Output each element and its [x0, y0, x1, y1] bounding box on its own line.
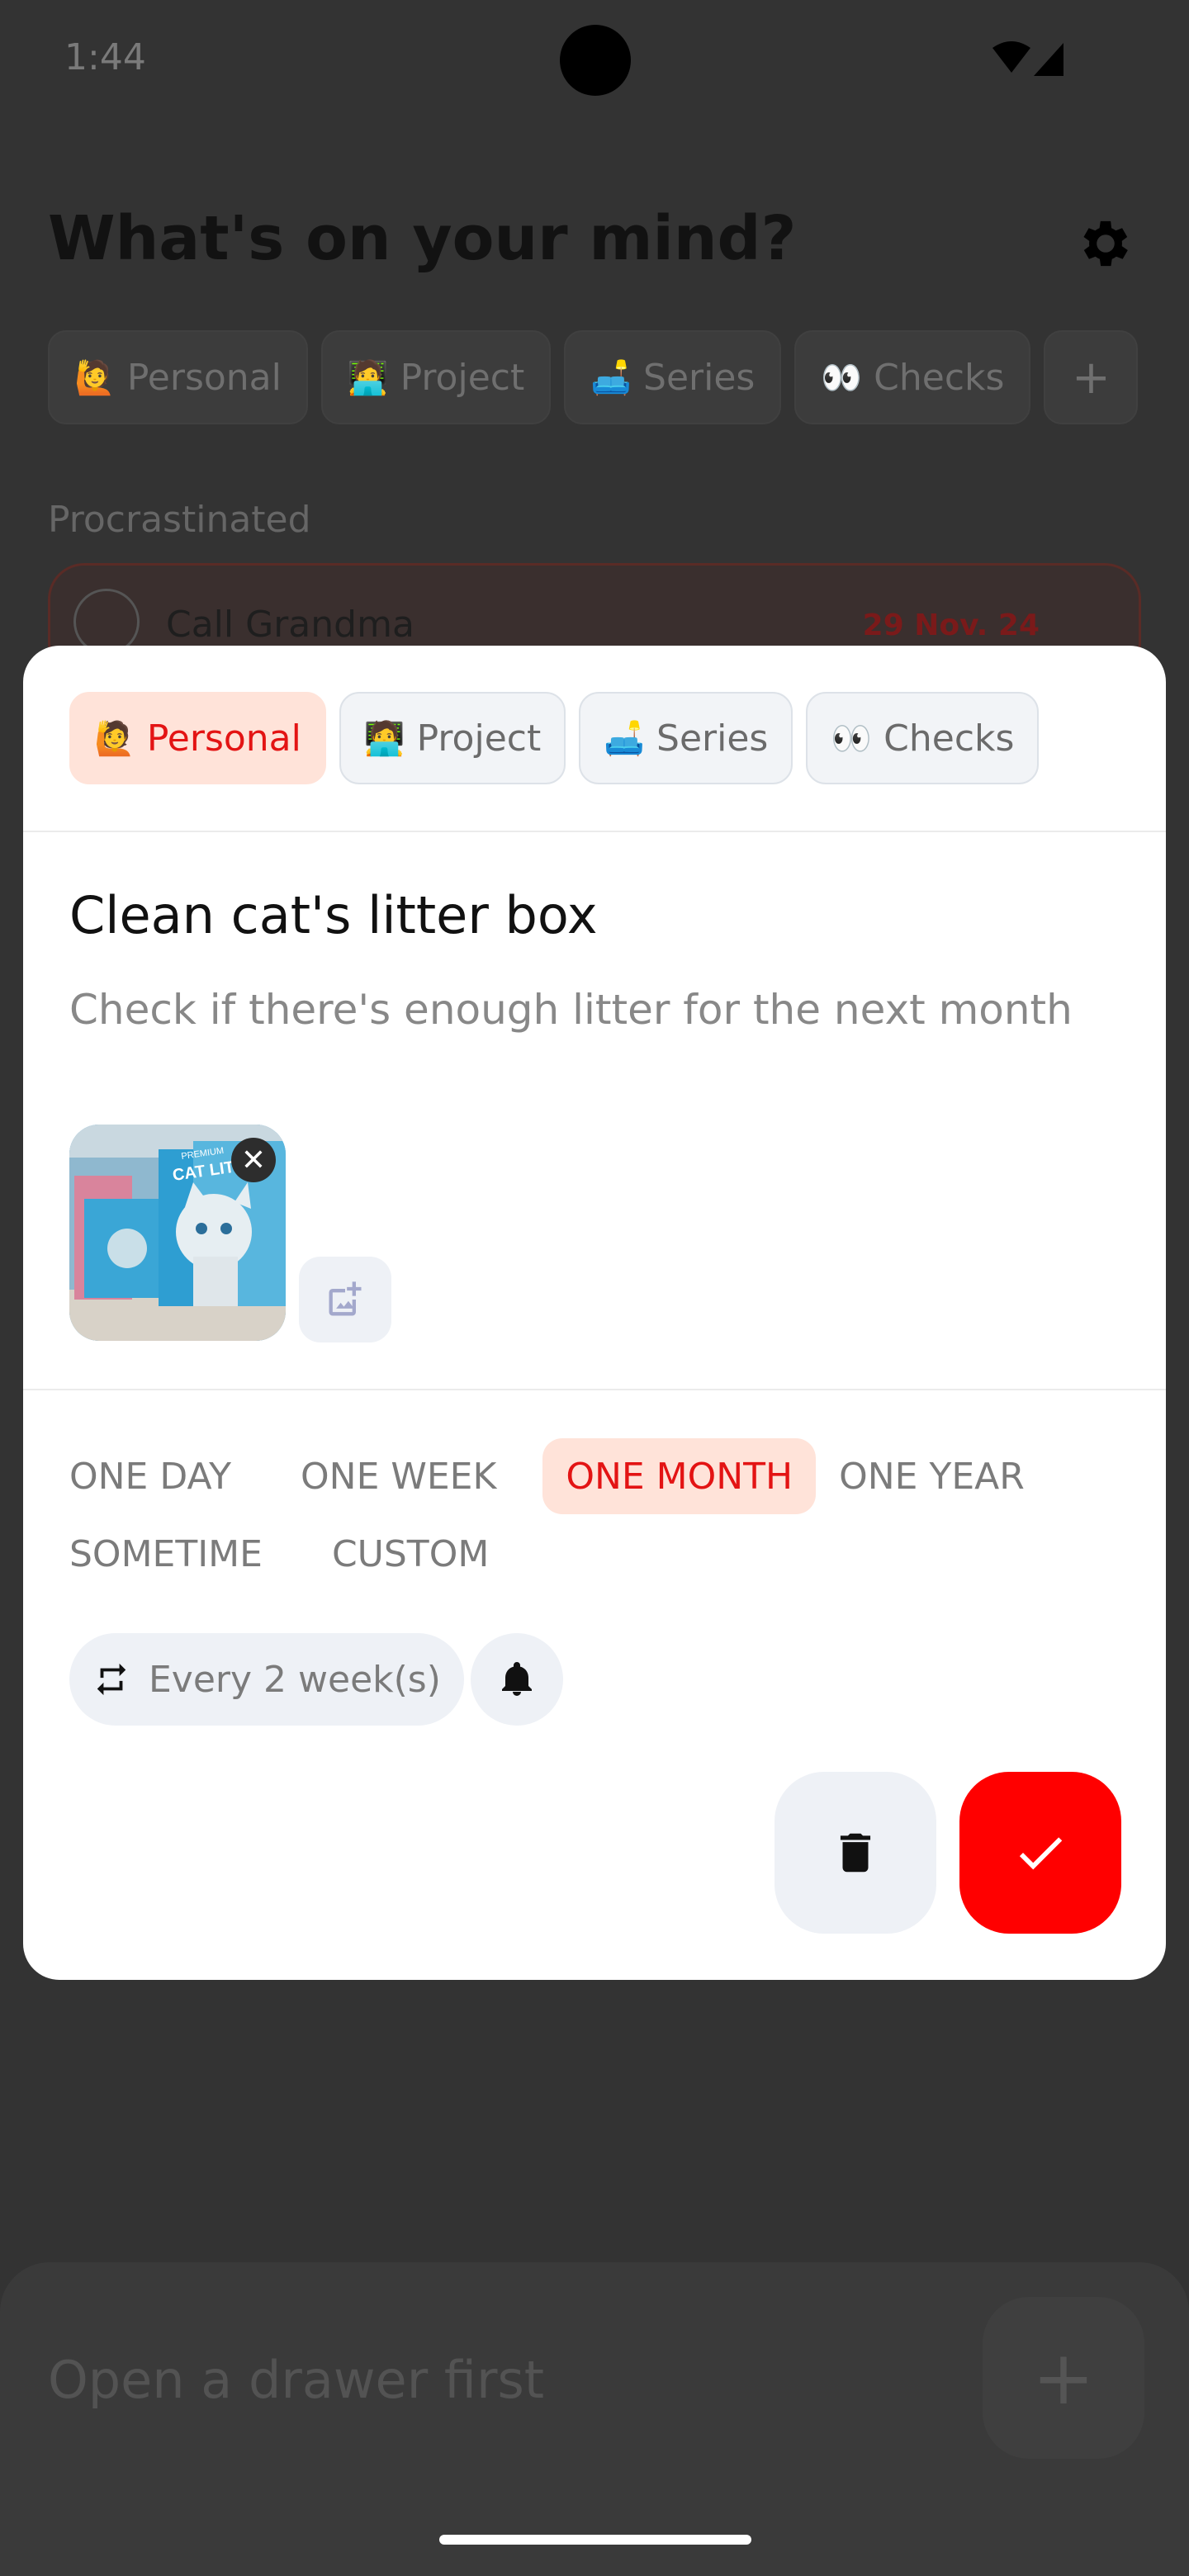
add-photo-icon — [329, 1281, 362, 1316]
add-task-button: + — [983, 2297, 1144, 2459]
divider — [23, 831, 1166, 832]
due-date-options: ONE DAY ONE WEEK ONE MONTH ONE YEAR SOME… — [69, 1438, 1135, 1593]
couch-icon: 🛋️ — [604, 719, 646, 758]
due-option-one-year[interactable]: ONE YEAR — [816, 1438, 1048, 1514]
due-option-one-day[interactable]: ONE DAY — [69, 1438, 254, 1514]
remove-image-button[interactable]: ✕ — [231, 1138, 276, 1182]
background-drawer-chips: 🙋 Personal 🧑‍💻 Project 🛋️ Series 👀 Checks + — [48, 330, 1139, 424]
task-description-field[interactable]: Check if there's enough litter for the n… — [69, 979, 1101, 1040]
status-bar: 1:44 — [0, 0, 1189, 116]
drawer-chip-label: Series — [656, 717, 769, 760]
task-title-field[interactable]: Clean cat's litter box — [69, 885, 598, 945]
due-option-custom[interactable]: CUSTOM — [309, 1516, 512, 1592]
delete-button[interactable] — [775, 1772, 936, 1934]
divider — [23, 1389, 1166, 1390]
status-icons — [991, 40, 1065, 81]
due-option-one-month[interactable]: ONE MONTH — [542, 1438, 817, 1514]
settings-gear-icon[interactable] — [1075, 213, 1136, 277]
due-option-sometime[interactable]: SOMETIME — [69, 1516, 286, 1592]
trash-icon — [840, 1833, 871, 1873]
repeat-icon — [97, 1663, 126, 1696]
bg-chip-personal: 🙋 Personal — [48, 330, 308, 424]
wifi-signal-icon — [992, 41, 1063, 76]
technologist-icon: 🧑‍💻 — [363, 719, 405, 758]
repeat-label: Every 2 week(s) — [149, 1658, 441, 1701]
task-item-title: Call Grandma — [166, 604, 414, 646]
bg-chip-series: 🛋️ Series — [564, 330, 782, 424]
drawer-chip-personal[interactable]: 🙋 Personal — [69, 692, 326, 784]
task-checkbox — [73, 589, 140, 655]
edit-task-dialog: 🙋 Personal 🧑‍💻 Project 🛋️ Series 👀 Check… — [23, 646, 1166, 1980]
drawer-chip-project[interactable]: 🧑‍💻 Project — [339, 692, 566, 784]
eyes-icon: 👀 — [831, 719, 873, 758]
section-header: Procrastinated — [48, 499, 311, 541]
confirm-button[interactable] — [959, 1772, 1121, 1934]
due-option-one-week[interactable]: ONE WEEK — [277, 1438, 519, 1514]
person-raising-hand-icon: 🙋 — [94, 719, 135, 758]
drawer-chip-label: Project — [416, 717, 542, 760]
check-icon — [1019, 1837, 1063, 1870]
bell-icon — [502, 1662, 532, 1696]
close-icon: ✕ — [240, 1143, 267, 1177]
drawer-chip-series[interactable]: 🛋️ Series — [579, 692, 793, 784]
task-item-date: 29 Nov. 24 — [862, 608, 1040, 642]
drawer-selector: 🙋 Personal 🧑‍💻 Project 🛋️ Series 👀 Check… — [69, 692, 1040, 784]
bg-chip-checks: 👀 Checks — [794, 330, 1031, 424]
home-indicator[interactable] — [439, 2535, 751, 2545]
page-title: What's on your mind? — [48, 203, 797, 274]
drawer-chip-label: Personal — [146, 717, 301, 760]
add-image-button[interactable] — [299, 1257, 391, 1342]
camera-cutout — [560, 25, 631, 96]
bg-chip-project: 🧑‍💻 Project — [320, 330, 552, 424]
drawer-chip-label: Checks — [883, 717, 1015, 760]
bottom-input-bar: Open a drawer first + — [0, 2262, 1189, 2576]
bg-add-drawer-button: + — [1044, 330, 1139, 424]
new-task-input: Open a drawer first — [48, 2350, 545, 2410]
status-time: 1:44 — [64, 36, 146, 78]
drawer-chip-checks[interactable]: 👀 Checks — [806, 692, 1040, 784]
repeat-button[interactable]: Every 2 week(s) — [69, 1633, 464, 1726]
reminder-button[interactable] — [471, 1633, 563, 1726]
